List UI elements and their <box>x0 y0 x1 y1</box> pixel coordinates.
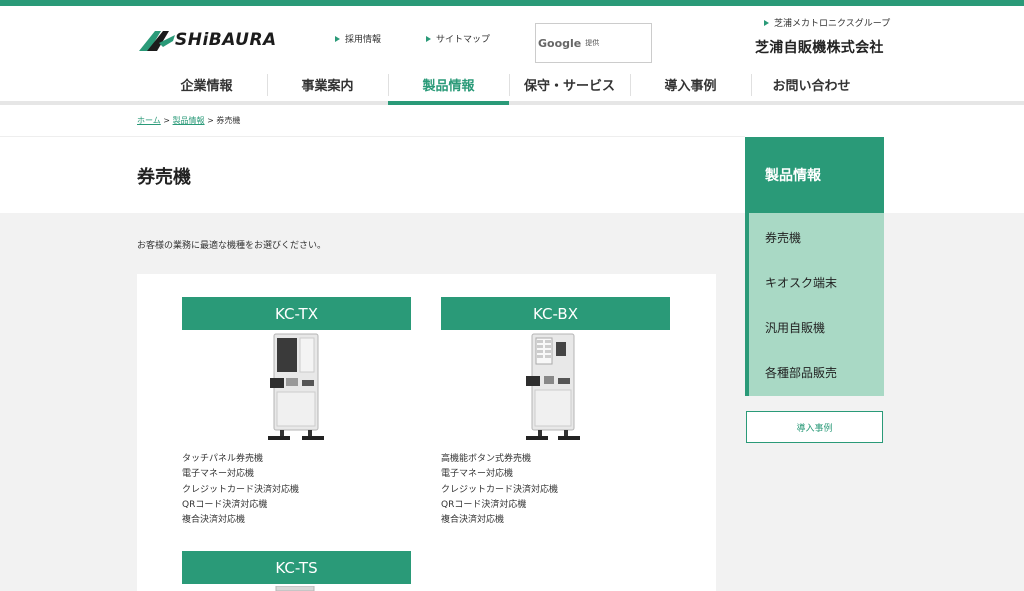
sidebar-item-ticket-machine[interactable]: 券売機 <box>765 229 801 246</box>
header-link-recruit[interactable]: 採用情報 <box>335 32 381 45</box>
page-title: 券売機 <box>137 167 191 188</box>
kc-bx-machine-image[interactable] <box>518 332 588 444</box>
nav-item-products[interactable]: 製品情報 <box>388 66 509 105</box>
nav-item-service[interactable]: 保守・サービス <box>509 66 630 103</box>
breadcrumb-current: 券売機 <box>216 116 241 125</box>
nav-item-cases[interactable]: 導入事例 <box>630 66 751 103</box>
breadcrumb-products-link[interactable]: 製品情報 <box>173 116 205 125</box>
nav-item-business[interactable]: 事業案内 <box>267 66 388 103</box>
sidebar-item-vending[interactable]: 汎用自販機 <box>765 319 825 336</box>
feature-item: クレジットカード決済対応機 <box>441 484 559 495</box>
header-link-sitemap[interactable]: サイトマップ <box>426 32 490 45</box>
feature-item: タッチパネル券売機 <box>182 454 264 464</box>
page-lead-text: お客様の業務に最適な機種をお選びください。 <box>137 241 327 251</box>
feature-item: クレジットカード決済対応機 <box>182 484 300 495</box>
google-brand-label: Google <box>538 36 582 50</box>
header-link-label: 採用情報 <box>345 35 382 45</box>
sidebar-menu: 券売機 キオスク端末 汎用自販機 各種部品販売 <box>745 213 884 396</box>
sidebar-item-kiosk[interactable]: キオスク端末 <box>765 274 837 291</box>
product-heading-kc-tx[interactable]: KC-TX <box>182 297 411 330</box>
case-studies-button[interactable]: 導入事例 <box>746 411 883 443</box>
feature-item: 高機能ボタン式券売機 <box>441 454 532 464</box>
divider <box>0 136 745 137</box>
nav-item-contact[interactable]: お問い合わせ <box>751 66 872 103</box>
product-heading-kc-ts[interactable]: KC-TS <box>182 551 411 584</box>
kc-tx-machine-image[interactable] <box>262 332 332 444</box>
group-link-label: 芝浦メカトロニクスグループ <box>774 19 891 29</box>
feature-item: QRコード決済対応機 <box>441 499 527 510</box>
search-input[interactable]: Google 提供 <box>535 23 652 63</box>
feature-item: 電子マネー対応機 <box>441 469 514 480</box>
feature-item: 電子マネー対応機 <box>182 469 255 480</box>
triangle-right-icon <box>335 35 340 42</box>
triangle-right-icon <box>426 35 431 42</box>
kc-ts-machine-image[interactable] <box>270 586 320 591</box>
feature-item: 複合決済対応機 <box>441 515 505 526</box>
triangle-right-icon <box>764 19 769 26</box>
product-heading-kc-bx[interactable]: KC-BX <box>441 297 670 330</box>
group-link[interactable]: 芝浦メカトロニクスグループ <box>764 16 890 29</box>
google-provided-label: 提供 <box>585 39 600 47</box>
site-logo[interactable]: SHiBAURA <box>137 24 277 56</box>
company-name: 芝浦自販機株式会社 <box>755 40 884 56</box>
sidebar-item-parts[interactable]: 各種部品販売 <box>765 364 837 381</box>
nav-item-company[interactable]: 企業情報 <box>146 66 267 103</box>
logo-text: SHiBAURA <box>175 30 277 50</box>
breadcrumb-separator: > <box>204 116 217 125</box>
breadcrumb-separator: > <box>160 116 173 125</box>
header-link-label: サイトマップ <box>436 35 491 45</box>
product-features-kc-tx: タッチパネル券売機 電子マネー対応機 クレジットカード決済対応機 QRコード決済… <box>182 452 299 528</box>
sidebar-heading: 製品情報 <box>745 137 884 213</box>
breadcrumb-home-link[interactable]: ホーム <box>137 116 161 125</box>
feature-item: QRコード決済対応機 <box>182 499 268 510</box>
feature-item: 複合決済対応機 <box>182 515 246 526</box>
product-features-kc-bx: 高機能ボタン式券売機 電子マネー対応機 クレジットカード決済対応機 QRコード決… <box>441 452 558 528</box>
breadcrumb: ホーム > 製品情報 > 券売機 <box>137 115 240 126</box>
top-accent-bar <box>0 0 1024 6</box>
logo-mark-icon <box>139 31 175 51</box>
